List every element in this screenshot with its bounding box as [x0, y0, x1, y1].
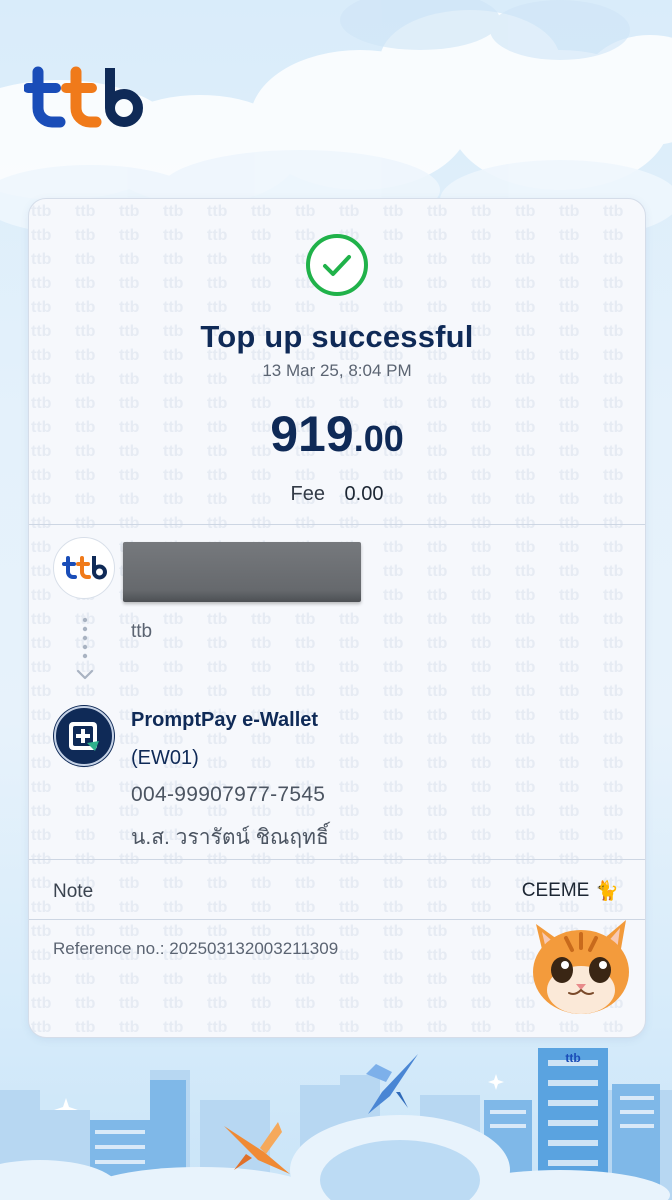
bird-icon-blue: [366, 1054, 418, 1114]
check-circle-icon: [306, 234, 368, 296]
svg-text:ttb: ttb: [565, 1051, 580, 1065]
note-text: CEEME: [521, 880, 590, 901]
note-label: Note: [53, 881, 94, 902]
from-bank-name: ttb: [131, 621, 153, 642]
amount-decimal: .00: [353, 418, 404, 459]
bird-icon-orange: [224, 1122, 290, 1174]
amount: 919.00: [29, 405, 645, 463]
fee-label: Fee: [290, 483, 325, 505]
promptpay-avatar: [53, 705, 115, 767]
transfer-connector: [82, 617, 88, 659]
divider: [29, 859, 645, 860]
transaction-datetime: 13 Mar 25, 8:04 PM: [262, 361, 412, 380]
fee-row: Fee 0.00: [29, 483, 645, 506]
reference-number: Reference no.: 20250313200321​1309: [53, 939, 339, 958]
cat-face-icon: [533, 920, 629, 1014]
fee-value: 0.00: [344, 483, 384, 505]
recipient-provider: PromptPay e-Wallet: [131, 709, 319, 731]
from-bank-avatar: [53, 537, 115, 599]
ttb-logo: [24, 66, 144, 128]
cat-emoji-icon: 🐈: [595, 881, 619, 902]
receipt-card: ttb Top up successful 13 Mar 25, 8:04 PM…: [28, 198, 646, 1038]
divider: [29, 524, 645, 525]
recipient-holder-name: น.ส. วรารัตน์ ชิณฤทธิ์: [131, 826, 329, 849]
amount-integer: 919: [270, 406, 354, 462]
redacted-account: [123, 542, 361, 602]
note-value: CEEME 🐈: [522, 879, 619, 903]
recipient-account-number: 004-99907977-7545: [131, 783, 326, 806]
chevron-down-icon: [76, 669, 94, 680]
ttb-small-logo: [62, 556, 108, 580]
promptpay-icon: [54, 706, 114, 766]
recipient-code: (EW01): [131, 747, 199, 769]
status-title: Top up successful: [200, 319, 474, 354]
